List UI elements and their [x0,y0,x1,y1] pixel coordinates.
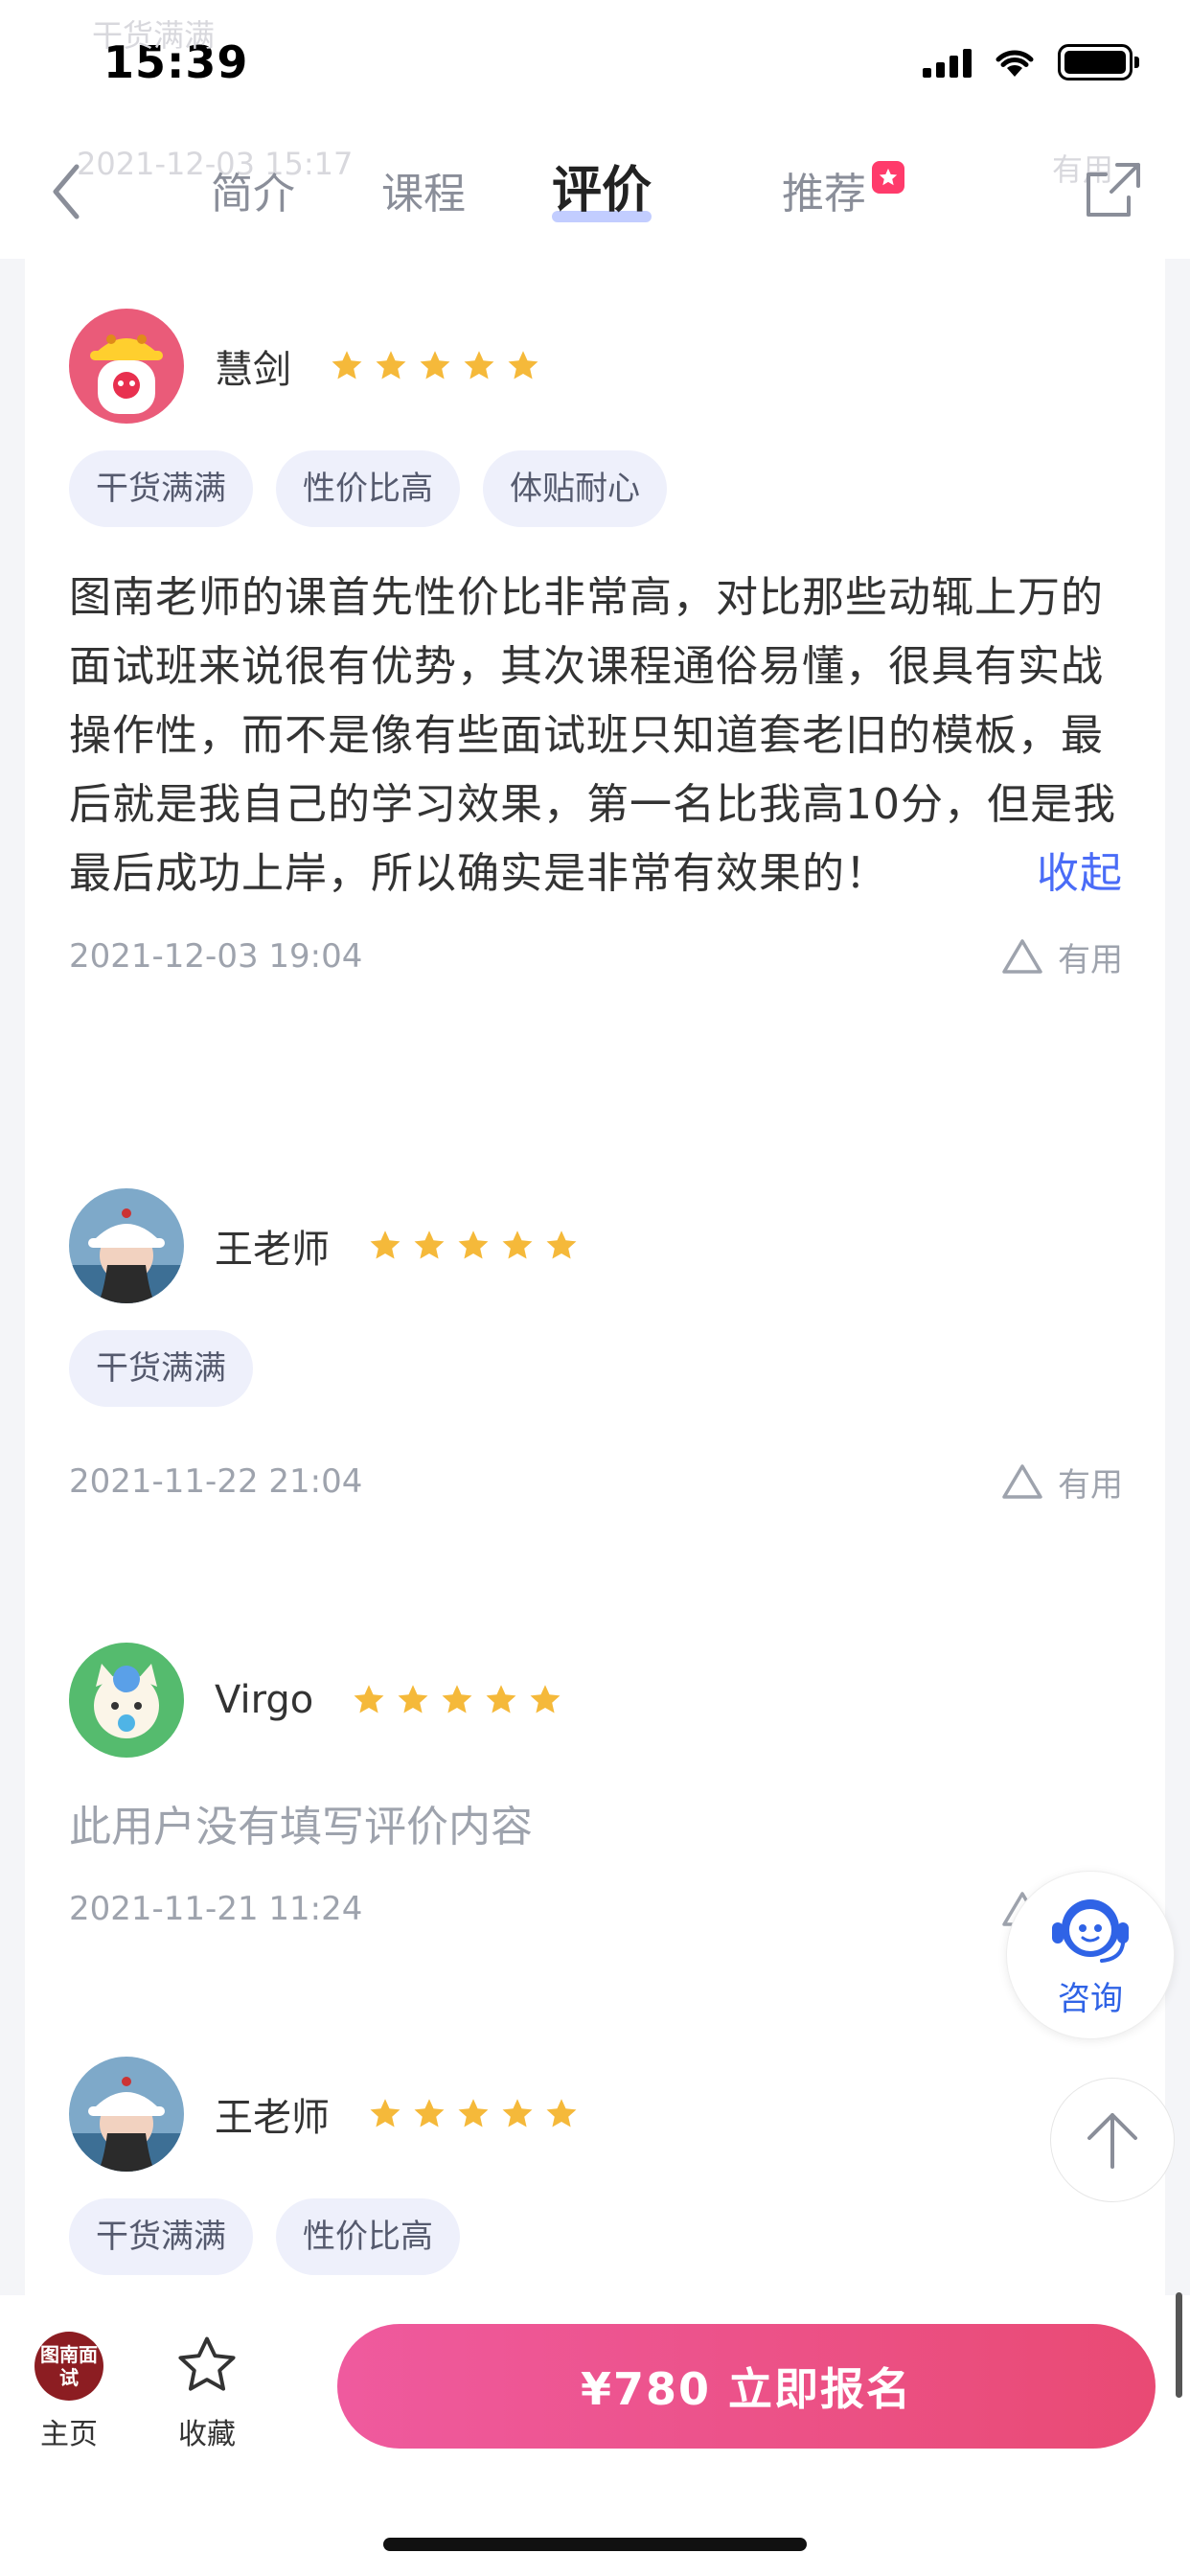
wifi-icon [995,50,1034,77]
star-icon [502,1230,533,1259]
useful-button[interactable]: 有用 [1000,933,1123,980]
star-icon [442,1685,472,1714]
star-icon [546,2099,577,2128]
empty-review-text: 此用户没有填写评价内容 [69,1803,533,1852]
avatar[interactable] [69,1643,184,1758]
cellular-signal-icon [923,47,972,78]
avatar[interactable] [69,1188,184,1303]
review-date: 2021-11-22 21:04 [69,1462,363,1501]
tab-recommend[interactable]: 推荐 [782,161,905,228]
star-outline-icon [178,2336,236,2391]
username: Virgo [215,1678,314,1722]
star-icon [332,351,362,380]
star-icon [464,351,494,380]
consult-label: 咨询 [1058,1979,1123,2018]
scrollbar[interactable] [1176,2292,1182,2398]
tab-reviews[interactable]: 评价 [552,157,652,224]
home-indicator [383,2538,807,2551]
star-icon [546,1230,577,1259]
share-button[interactable] [1085,161,1142,218]
triangle-icon [1002,1464,1042,1499]
consult-button[interactable]: 咨询 [1006,1871,1175,2039]
chevron-left-icon [53,164,80,219]
review-tag: 干货满满 [69,450,253,527]
star-icon [354,1685,384,1714]
hot-badge-icon [872,161,905,194]
star-icon [530,1685,561,1714]
useful-button[interactable]: 有用 [1000,1459,1123,1506]
bottom-action-bar: 图南面试 主页 收藏 ¥780 立即报名 [0,2295,1190,2576]
star-icon [398,1685,428,1714]
review-text: 图南老师的课首先性价比非常高，对比那些动辄上万的面试班来说很有优势，其次课程通俗… [69,564,1123,908]
review-list: 慧剑 干货满满 性价比高 体贴耐心 图南老师的课首先性价比非常高，对比那些动辄上… [25,259,1165,2295]
review-meta: 2021-11-21 11:24 有用 [69,1882,1123,1936]
star-icon [414,2099,445,2128]
status-icons [923,44,1139,80]
enroll-button[interactable]: ¥780 立即报名 [337,2324,1156,2449]
tab-bar: 简介 课程 评价 推荐 [211,161,905,228]
review-item: Virgo 此用户没有填写评价内容 2021-11-21 11:24 有用 [69,1643,1123,1936]
star-icon [508,351,538,380]
review-tags: 干货满满 [69,1330,1123,1407]
star-icon [458,2099,489,2128]
collapse-link[interactable]: 收起 [1037,840,1123,908]
review-date: 2021-11-21 11:24 [69,1890,363,1928]
username: 王老师 [215,1228,330,1272]
back-button[interactable] [50,163,98,220]
customer-service-icon [1052,1898,1129,1963]
review-tag: 体贴耐心 [483,450,667,527]
review-tag: 性价比高 [276,2198,460,2275]
share-icon [1087,163,1140,217]
review-item: 慧剑 干货满满 性价比高 体贴耐心 图南老师的课首先性价比非常高，对比那些动辄上… [69,309,1123,983]
favorite-button[interactable]: 收藏 [172,2332,241,2452]
review-item: 王老师 干货满满 性价比高 [69,2057,1123,2275]
star-icon [502,2099,533,2128]
star-icon [370,2099,400,2128]
home-button[interactable]: 图南面试 主页 [34,2332,103,2452]
review-tags: 干货满满 性价比高 体贴耐心 [69,450,1123,527]
star-icon [414,1230,445,1259]
triangle-icon [1002,939,1042,974]
rating-stars [368,1229,579,1263]
favorite-label: 收藏 [178,2418,236,2451]
review-meta: 2021-11-22 21:04 有用 [69,1455,1123,1508]
review-tags: 干货满满 性价比高 [69,2198,1123,2275]
star-icon [420,351,450,380]
rating-stars [330,349,540,383]
battery-icon [1058,44,1139,80]
review-date: 2021-12-03 19:04 [69,937,363,976]
review-meta: 2021-12-03 19:04 有用 [69,930,1123,983]
ghost-tag: 干货满满 [92,17,216,54]
review-tag: 干货满满 [69,2198,253,2275]
scroll-to-top-button[interactable] [1050,2078,1175,2202]
avatar[interactable] [69,2057,184,2172]
arrow-up-icon [1087,2113,1137,2169]
review-tag: 干货满满 [69,1330,253,1407]
star-icon [370,1230,400,1259]
review-item: 王老师 干货满满 2021-11-22 21:04 有用 [69,1188,1123,1508]
review-tag: 性价比高 [276,450,460,527]
star-icon [376,351,406,380]
avatar[interactable] [69,309,184,424]
home-label: 主页 [40,2418,98,2451]
star-icon [458,1230,489,1259]
top-nav-bar: 干货满满 2021-12-03 15:17 有用 简介 课程 评价 推荐 [0,17,1190,259]
tab-course[interactable]: 课程 [381,161,466,228]
username: 王老师 [215,2096,330,2140]
username: 慧剑 [215,348,291,392]
rating-stars [352,1683,562,1717]
brand-logo: 图南面试 [34,2332,103,2401]
star-icon [486,1685,516,1714]
rating-stars [368,2097,579,2131]
tab-intro[interactable]: 简介 [211,161,295,228]
